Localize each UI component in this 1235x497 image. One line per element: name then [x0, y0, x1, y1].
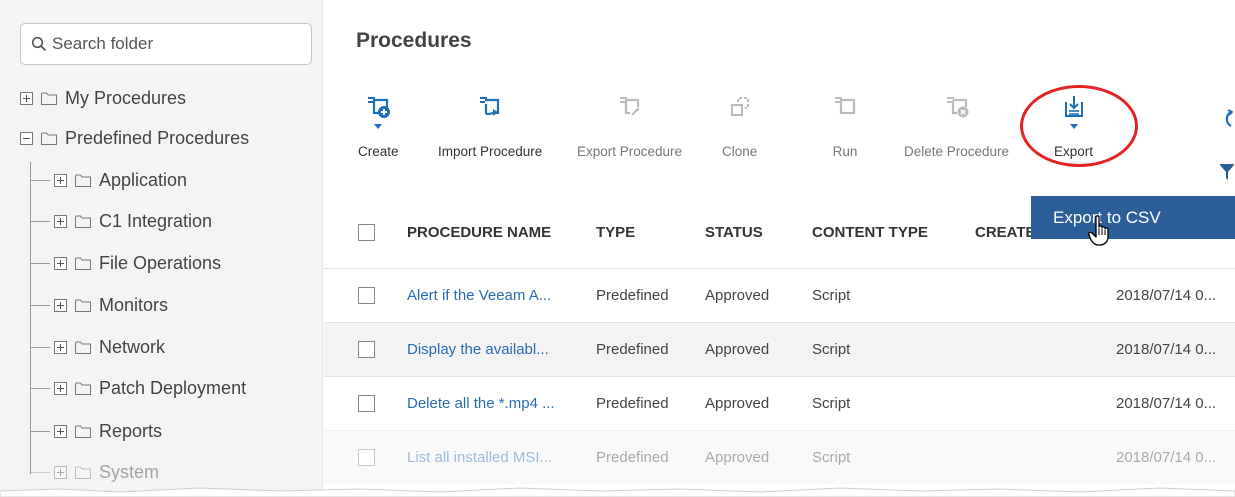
hand-pointer-cursor-icon — [1088, 215, 1114, 252]
folder-icon — [75, 257, 91, 270]
type-cell: Predefined — [596, 287, 669, 304]
expand-icon[interactable] — [54, 381, 67, 395]
type-cell: Predefined — [596, 341, 669, 358]
created-cell: 2018/07/14 0... — [1116, 341, 1217, 358]
column-header-status[interactable]: STATUS — [705, 224, 763, 241]
tree-label: Patch Deployment — [99, 377, 247, 398]
status-cell: Approved — [705, 341, 770, 358]
created-cell: 2018/07/14 0... — [1116, 395, 1217, 412]
tree-label: C1 Integration — [99, 210, 213, 231]
run-icon — [830, 92, 860, 122]
tree-node-network[interactable]: Network — [30, 327, 165, 367]
procedure-name-link[interactable]: Alert if the Veeam A... — [407, 287, 551, 304]
tree-label: Monitors — [99, 294, 169, 315]
tree-node-c1-integration[interactable]: C1 Integration — [30, 201, 212, 241]
run-button[interactable]: Run — [830, 92, 860, 159]
search-folder-field[interactable] — [20, 23, 312, 65]
column-header-type[interactable]: TYPE — [596, 224, 635, 241]
tree-node-my-procedures[interactable]: My Procedures — [20, 78, 186, 118]
select-all-checkbox[interactable] — [358, 224, 375, 241]
type-cell: Predefined — [596, 395, 669, 412]
content-type-cell: Script — [812, 287, 851, 304]
row-checkbox[interactable] — [358, 395, 375, 412]
row-checkbox[interactable] — [358, 449, 375, 466]
status-cell: Approved — [705, 449, 770, 466]
row-checkbox[interactable] — [358, 341, 375, 358]
tree-node-predefined-procedures[interactable]: Predefined Procedures — [20, 118, 249, 158]
import-procedure-button[interactable]: Import Procedure — [438, 92, 542, 159]
procedures-panel: Procedures Create Import Procedure Expor… — [324, 0, 1235, 497]
row-checkbox[interactable] — [358, 287, 375, 304]
expand-icon[interactable] — [54, 340, 67, 354]
status-cell: Approved — [705, 395, 770, 412]
tree-label: File Operations — [99, 252, 222, 273]
procedure-name-link[interactable]: Display the availabl... — [407, 341, 549, 358]
export-to-csv-menu-item[interactable]: Export to CSV — [1031, 196, 1235, 239]
folder-icon — [41, 92, 57, 105]
table-row[interactable]: Alert if the Veeam A... Predefined Appro… — [324, 268, 1235, 322]
delete-procedure-button[interactable]: Delete Procedure — [904, 92, 1009, 159]
create-procedure-icon — [363, 92, 393, 122]
filter-icon[interactable] — [1220, 162, 1234, 187]
folder-icon — [75, 341, 91, 354]
folder-icon — [75, 174, 91, 187]
expand-icon[interactable] — [20, 91, 33, 105]
content-type-cell: Script — [812, 341, 851, 358]
refresh-icon[interactable] — [1219, 108, 1234, 135]
folder-icon — [75, 215, 91, 228]
search-icon — [31, 36, 47, 52]
procedure-name-link[interactable]: Delete all the *.mp4 ... — [407, 395, 555, 412]
tree-node-application[interactable]: Application — [30, 160, 187, 200]
expand-icon[interactable] — [54, 298, 67, 312]
export-highlight-annotation — [1020, 85, 1138, 167]
expand-icon[interactable] — [54, 424, 67, 438]
table-row[interactable]: Display the availabl... Predefined Appro… — [324, 322, 1235, 376]
folder-icon — [75, 425, 91, 438]
column-header-procedure-name[interactable]: PROCEDURE NAME — [407, 224, 551, 241]
expand-icon[interactable] — [54, 214, 67, 228]
tree-label: My Procedures — [65, 87, 187, 108]
procedure-name-link[interactable]: List all installed MSI... — [407, 449, 552, 466]
import-icon — [475, 92, 505, 122]
folder-icon — [75, 299, 91, 312]
torn-edge-decoration — [0, 487, 1235, 497]
export-procedure-icon — [615, 92, 645, 122]
tree-label: Network — [99, 336, 166, 357]
created-cell: 2018/07/14 0... — [1116, 449, 1217, 466]
table-row[interactable]: List all installed MSI... Predefined App… — [324, 430, 1235, 484]
status-cell: Approved — [705, 287, 770, 304]
column-header-content-type[interactable]: CONTENT TYPE — [812, 224, 928, 241]
export-procedure-button[interactable]: Export Procedure — [577, 92, 682, 159]
created-cell: 2018/07/14 0... — [1116, 287, 1217, 304]
delete-procedure-icon — [942, 92, 972, 122]
expand-icon[interactable] — [54, 465, 67, 479]
tree-label: Predefined Procedures — [65, 127, 250, 148]
tree-node-patch-deployment[interactable]: Patch Deployment — [30, 368, 246, 408]
clone-icon — [725, 92, 755, 122]
chevron-down-icon — [374, 124, 383, 129]
column-header-created[interactable]: CREATE — [975, 224, 1036, 241]
page-title: Procedures — [356, 29, 472, 52]
expand-icon[interactable] — [54, 173, 67, 187]
folder-icon — [41, 132, 57, 145]
tree-label: Reports — [99, 420, 163, 441]
expand-icon[interactable] — [54, 256, 67, 270]
search-folder-input[interactable] — [52, 34, 292, 54]
folder-icon — [75, 382, 91, 395]
content-type-cell: Script — [812, 395, 851, 412]
tree-node-file-operations[interactable]: File Operations — [30, 243, 221, 283]
clone-button[interactable]: Clone — [722, 92, 757, 159]
tree-node-reports[interactable]: Reports — [30, 411, 162, 451]
folder-icon — [75, 466, 91, 479]
tree-node-monitors[interactable]: Monitors — [30, 285, 168, 325]
type-cell: Predefined — [596, 449, 669, 466]
content-type-cell: Script — [812, 449, 851, 466]
table-row[interactable]: Delete all the *.mp4 ... Predefined Appr… — [324, 376, 1235, 430]
folder-sidebar: My Procedures Predefined Procedures Appl… — [0, 0, 323, 497]
tree-label: Application — [99, 169, 188, 190]
create-button[interactable]: Create — [358, 92, 399, 159]
collapse-icon[interactable] — [20, 131, 33, 145]
tree-label: System — [99, 461, 160, 482]
